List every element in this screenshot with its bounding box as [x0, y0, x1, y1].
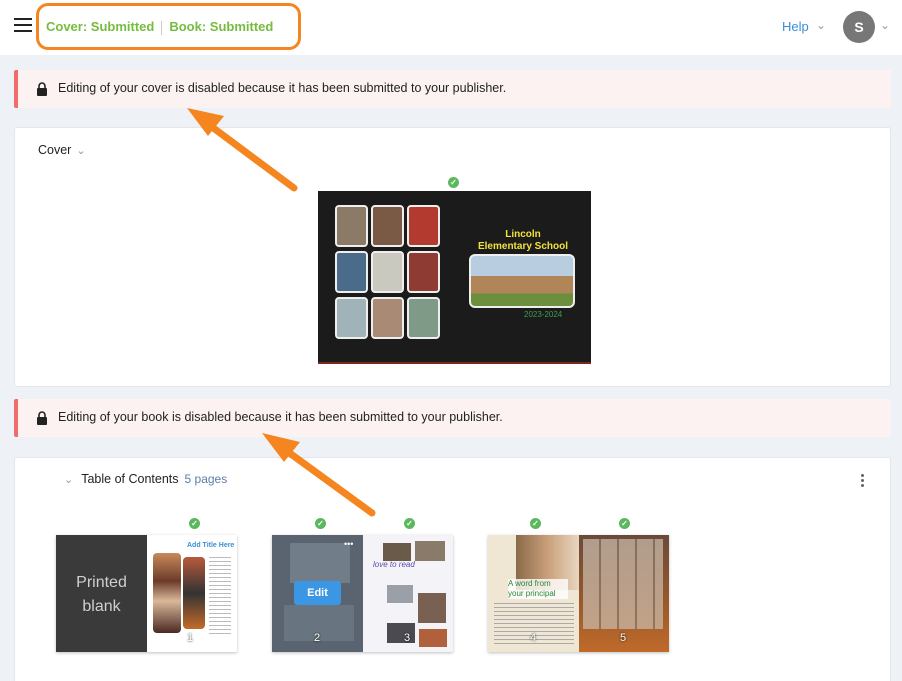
cover-photo [335, 297, 368, 339]
chevron-down-icon[interactable]: ⌄ [816, 18, 826, 32]
check-icon: ✓ [448, 177, 459, 188]
page-photo [387, 623, 415, 643]
cover-photo [371, 251, 404, 293]
page-photo [183, 557, 205, 629]
book-status: Book: Submitted [169, 19, 274, 34]
menu-icon[interactable] [14, 18, 32, 32]
cover-photo [371, 205, 404, 247]
alert-message: Editing of your book is disabled because… [58, 410, 503, 424]
status-indicator: Cover: Submitted Book: Submitted [46, 19, 273, 35]
chevron-down-icon: ⌄ [64, 474, 74, 486]
cover-status: Cover: Submitted [46, 19, 155, 34]
toc-title: Table of Contents [81, 472, 179, 486]
page-count: 5 pages [184, 472, 228, 486]
page-number: 2 [314, 632, 321, 644]
page-heading: love to read [373, 560, 415, 569]
check-icon: ✓ [404, 518, 415, 529]
more-options-icon[interactable] [861, 474, 865, 489]
check-icon: ✓ [530, 518, 541, 529]
help-menu[interactable]: Help [782, 19, 809, 34]
page-heading: A word from your principal [508, 579, 568, 599]
cover-thumbnail[interactable]: Lincoln Elementary School 2023-2024 [318, 191, 591, 364]
page-number: 4 [530, 632, 537, 644]
more-options-icon[interactable]: ••• [344, 539, 353, 549]
page-photo [387, 585, 413, 603]
cover-photo [335, 251, 368, 293]
lock-icon [37, 411, 47, 425]
page-spread[interactable]: Printed blank Add Title Here 1 [56, 535, 237, 652]
page-photo [383, 543, 411, 561]
photo-collage [583, 539, 663, 629]
cover-year: 2023-2024 [524, 310, 563, 319]
cover-photo [407, 251, 440, 293]
avatar[interactable]: S [843, 11, 875, 43]
page-photo [419, 629, 447, 647]
toc-section-toggle[interactable]: ⌄ Table of Contents 5 pages [64, 472, 227, 486]
cover-section-toggle[interactable]: Cover ⌄ [38, 143, 86, 157]
page-number: 1 [187, 632, 194, 644]
page-photo [290, 543, 350, 583]
school-name-line: Elementary School [477, 241, 569, 252]
page-photo [153, 553, 181, 633]
printed-blank-page: Printed blank [56, 535, 147, 652]
school-photo [469, 254, 575, 308]
cover-photo [407, 297, 440, 339]
book-locked-alert: Editing of your book is disabled because… [14, 399, 891, 437]
page-number: 3 [404, 632, 411, 644]
status-divider [161, 20, 163, 35]
cover-photo [335, 205, 368, 247]
page-text [209, 557, 231, 637]
page-photo [418, 593, 446, 623]
blank-label: blank [82, 598, 121, 615]
page-spread[interactable]: ••• Edit love to read 2 3 [272, 535, 453, 652]
cover-locked-alert: Editing of your cover is disabled becaus… [14, 70, 891, 108]
cover-photo [371, 297, 404, 339]
cover-photo [407, 205, 440, 247]
edit-button[interactable]: Edit [294, 581, 341, 605]
cover-school-name: Lincoln Elementary School [468, 229, 578, 253]
page-number: 5 [620, 632, 627, 644]
page-spread[interactable]: A word from your principal 4 5 [488, 535, 669, 652]
cover-section-title: Cover [38, 143, 72, 157]
check-icon: ✓ [189, 518, 200, 529]
lock-icon [37, 82, 47, 96]
check-icon: ✓ [315, 518, 326, 529]
chevron-down-icon[interactable]: ⌄ [880, 18, 890, 32]
alert-message: Editing of your cover is disabled becaus… [58, 81, 507, 95]
page-photo [415, 541, 445, 561]
blank-label: Printed [76, 574, 127, 591]
check-icon: ✓ [619, 518, 630, 529]
chevron-down-icon: ⌄ [76, 145, 86, 157]
page-heading: Add Title Here [187, 542, 235, 549]
top-bar: Cover: Submitted Book: Submitted Help ⌄ S… [0, 0, 902, 55]
school-name-line: Lincoln [505, 229, 541, 240]
